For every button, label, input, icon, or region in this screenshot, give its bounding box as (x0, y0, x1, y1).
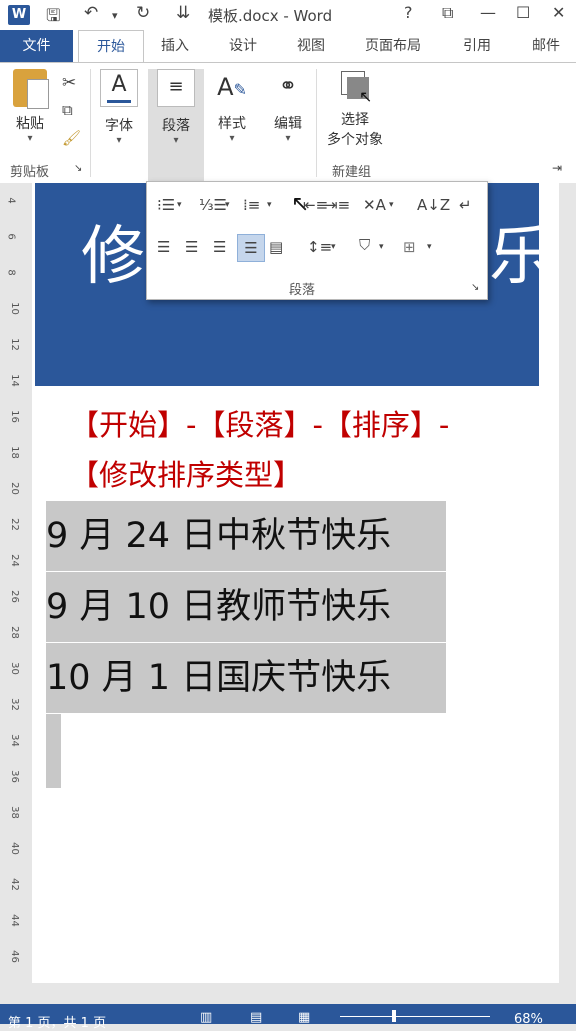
numbering-icon[interactable]: ⅓☰ (199, 196, 227, 214)
web-layout-icon[interactable]: ▦ (298, 1010, 310, 1025)
undo-icon[interactable]: ↶ (84, 3, 98, 23)
chevron-down-icon: ▾ (229, 133, 235, 144)
styles-button[interactable]: A✎ 样式 ▾ (210, 69, 254, 144)
line-spacing-icon[interactable]: ↕≡ (307, 238, 332, 256)
tab-references[interactable]: 引用 (463, 30, 491, 62)
chevron-down-icon: ▾ (173, 135, 179, 146)
paste-button[interactable]: 粘贴 ▾ (10, 69, 50, 144)
tab-layout[interactable]: 页面布局 (365, 30, 421, 62)
chevron-down-icon[interactable]: ▾ (427, 242, 432, 252)
tab-home[interactable]: 开始 (78, 30, 144, 63)
borders-icon[interactable]: ⊞ (403, 238, 416, 256)
minimize-button[interactable]: — (480, 3, 496, 22)
tab-file[interactable]: 文件 (0, 30, 73, 62)
ribbon-tabs: 文件 开始 插入 设计 视图 页面布局 引用 邮件 (0, 30, 576, 63)
group-divider (316, 69, 317, 177)
undo-dropdown-icon[interactable]: ▾ (112, 9, 118, 22)
help-button[interactable]: ? (404, 3, 413, 22)
banner-text-right: 乐 (489, 220, 539, 294)
title-bar: W 🖫 ↶ ▾ ↻ ⇊ 模板.docx - Word ? ⧉ — ☐ ✕ (0, 0, 576, 30)
maximize-button[interactable]: ☐ (516, 3, 530, 22)
tab-insert[interactable]: 插入 (161, 30, 189, 62)
chevron-down-icon[interactable]: ▾ (389, 200, 394, 210)
status-bar: 第 1 页，共 1 页 ▥ ▤ ▦ 68% (0, 1004, 576, 1031)
instruction-line-2: 【修改排序类型】 (70, 458, 303, 492)
tab-design[interactable]: 设计 (229, 30, 257, 62)
window-title: 模板.docx - Word (208, 7, 333, 25)
dialog-launcher-icon[interactable]: ↘ (471, 282, 479, 293)
font-button[interactable]: A 字体 ▾ (98, 69, 140, 146)
increase-indent-icon[interactable]: ⇥≡ (325, 196, 350, 214)
clipboard-group-label: 剪贴板 (10, 165, 50, 180)
paragraph-group-popup: ⁝☰ ▾ ⅓☰ ▾ ⁞≡ ▾ ↖ ⇤≡ ⇥≡ ✕A ▾ A↓Z ↵ ☰ ☰ ☰ … (146, 181, 488, 300)
font-color-icon: A (100, 69, 138, 107)
tab-mailings[interactable]: 邮件 (532, 30, 560, 62)
paragraph-align-icon: ≡ (157, 69, 195, 107)
quick-access-customize-icon[interactable]: ⇊ (176, 3, 190, 23)
align-left-icon[interactable]: ☰ (157, 238, 170, 256)
zoom-slider[interactable] (340, 1016, 490, 1017)
paragraph-popup-label: 段落 (289, 283, 316, 298)
paragraph-button[interactable]: ≡ 段落 ▾ (153, 69, 199, 146)
save-icon[interactable]: 🖫 (46, 3, 60, 32)
dialog-launcher-icon[interactable]: ↘ (74, 163, 82, 174)
selected-empty-line[interactable] (46, 714, 61, 788)
selected-text-line[interactable]: 9 月 24 日中秋节快乐 (46, 501, 446, 571)
select-objects-icon: ↖ (337, 69, 373, 106)
justify-icon[interactable]: ☰ (237, 234, 265, 262)
vertical-ruler: 4 6 8 10 12 14 16 18 20 22 24 26 28 30 3… (0, 183, 32, 1000)
multilevel-list-icon[interactable]: ⁞≡ (243, 196, 260, 214)
copy-icon[interactable]: ⧉ (62, 101, 73, 119)
zoom-slider-handle[interactable] (392, 1010, 396, 1022)
ribbon: 粘贴 ▾ ✂ ⧉ 🖌 剪贴板 ↘ A 字体 ▾ ≡ 段落 ▾ A✎ 样式 ▾ ⚭… (0, 62, 576, 184)
align-center-icon[interactable]: ☰ (185, 238, 198, 256)
styles-icon: A✎ (217, 73, 247, 101)
shading-icon[interactable]: ⛉ (359, 236, 370, 254)
zoom-level[interactable]: 68% (514, 1012, 543, 1027)
format-painter-icon[interactable]: 🖌 (62, 129, 81, 147)
select-multiple-objects-button[interactable]: ↖ 选择 多个对象 (320, 69, 390, 149)
new-group-label: 新建组 (332, 165, 372, 180)
chevron-down-icon[interactable]: ▾ (267, 200, 272, 210)
ribbon-display-options-icon[interactable]: ⧉ (442, 3, 453, 23)
cut-icon[interactable]: ✂ (62, 73, 76, 93)
print-layout-icon[interactable]: ▤ (250, 1010, 262, 1025)
selected-text-line[interactable]: 10 月 1 日国庆节快乐 (46, 643, 446, 713)
chevron-down-icon: ▾ (285, 133, 291, 144)
bullets-icon[interactable]: ⁝☰ (157, 196, 175, 214)
redo-icon[interactable]: ↻ (136, 3, 150, 23)
selected-text-line[interactable]: 9 月 10 日教师节快乐 (46, 572, 446, 642)
editing-button[interactable]: ⚭ 编辑 ▾ (266, 69, 310, 144)
show-marks-icon[interactable]: ↵ (459, 196, 472, 214)
chevron-down-icon: ▾ (27, 133, 33, 144)
word-app-icon[interactable]: W (8, 5, 30, 25)
binoculars-icon: ⚭ (278, 74, 298, 99)
chevron-down-icon[interactable]: ▾ (225, 200, 230, 210)
page-count[interactable]: 第 1 页，共 1 页 (8, 1012, 106, 1031)
clipboard-icon (13, 69, 49, 109)
instruction-line-1: 【开始】-【段落】-【排序】- (70, 408, 450, 442)
read-mode-icon[interactable]: ▥ (200, 1010, 212, 1025)
pin-ribbon-icon[interactable]: ⇥ (552, 161, 562, 175)
distributed-icon[interactable]: ▤ (269, 238, 283, 256)
group-divider (90, 69, 91, 177)
tab-view[interactable]: 视图 (297, 30, 325, 62)
banner-text: 修 (81, 220, 145, 294)
chevron-down-icon[interactable]: ▾ (379, 242, 384, 252)
chevron-down-icon[interactable]: ▾ (177, 200, 182, 210)
chinese-layout-icon[interactable]: ✕A (363, 196, 386, 214)
close-button[interactable]: ✕ (552, 3, 565, 22)
align-right-icon[interactable]: ☰ (213, 238, 226, 256)
chevron-down-icon[interactable]: ▾ (331, 242, 336, 252)
chevron-down-icon: ▾ (116, 135, 122, 146)
sort-icon[interactable]: A↓Z (417, 196, 450, 214)
vertical-scrollbar[interactable] (559, 183, 576, 1000)
